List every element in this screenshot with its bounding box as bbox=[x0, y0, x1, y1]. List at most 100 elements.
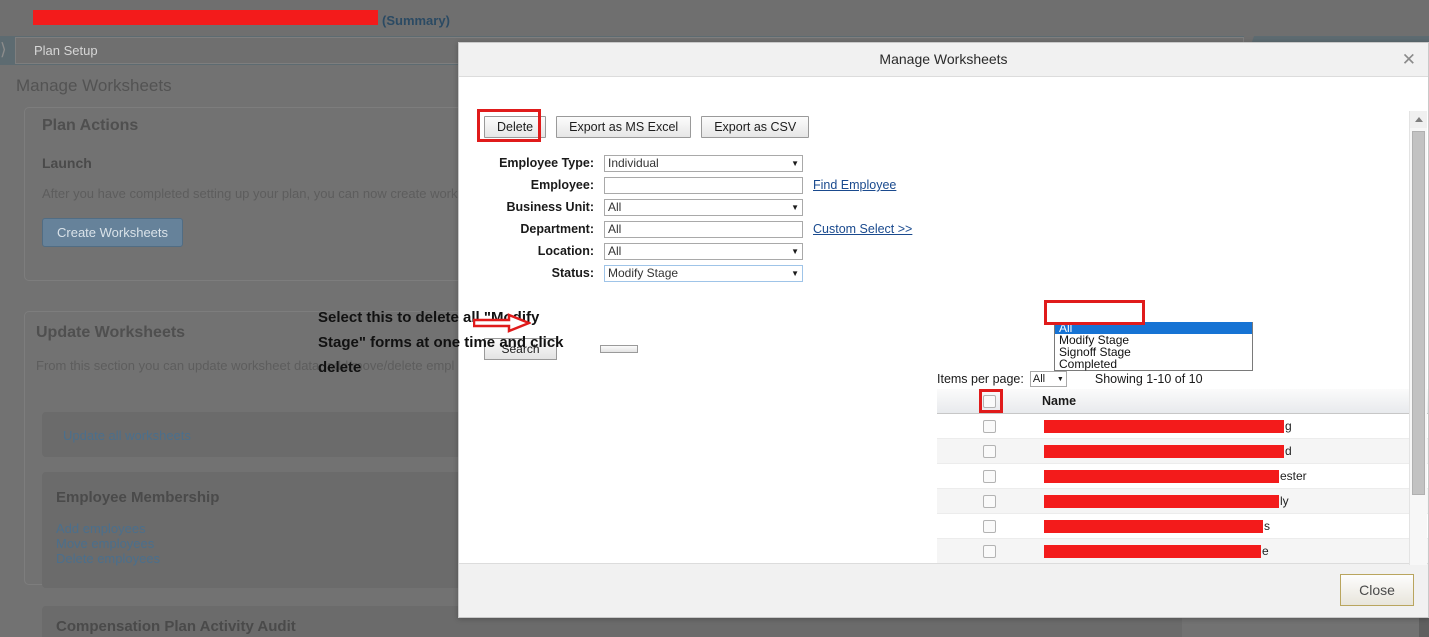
employee-type-select[interactable]: Individual ▼ bbox=[604, 154, 803, 172]
scrollbar-thumb[interactable] bbox=[1412, 131, 1425, 495]
export-excel-button[interactable]: Export as MS Excel bbox=[556, 116, 692, 138]
select-all-checkbox[interactable] bbox=[983, 394, 996, 408]
row-name-tail: s bbox=[1264, 519, 1270, 533]
field-row-employee-type: Employee Type: Individual ▼ bbox=[484, 152, 912, 174]
dialog-footer: Close bbox=[459, 563, 1428, 617]
delete-button[interactable]: Delete bbox=[484, 116, 547, 138]
chevron-down-icon: ▼ bbox=[791, 246, 799, 256]
department-label: Department: bbox=[520, 222, 594, 236]
audit-heading: Compensation Plan Activity Audit bbox=[56, 618, 296, 635]
redacted-name-bar bbox=[1044, 544, 1261, 558]
row-name-tail: ester bbox=[1280, 469, 1307, 483]
link-update-all-worksheets[interactable]: Update all worksheets bbox=[63, 428, 191, 443]
row-name-cell: g bbox=[1042, 419, 1428, 433]
status-dropdown-options[interactable]: All Modify Stage Signoff Stage Completed bbox=[1054, 322, 1253, 371]
column-header-name: Name bbox=[1042, 394, 1077, 408]
row-checkbox[interactable] bbox=[983, 544, 996, 558]
items-per-page-value: All bbox=[1032, 373, 1046, 385]
secondary-button[interactable] bbox=[600, 345, 638, 353]
row-checkbox-cell[interactable] bbox=[937, 469, 1042, 483]
link-move-employees[interactable]: Move employees bbox=[56, 536, 154, 551]
dialog-body: Delete Export as MS Excel Export as CSV … bbox=[459, 77, 1428, 565]
table-row[interactable]: g bbox=[937, 414, 1428, 439]
annotation-arrow-icon bbox=[473, 313, 531, 333]
employee-type-value: Individual bbox=[608, 156, 659, 170]
department-value: All bbox=[608, 222, 622, 236]
employee-type-label: Employee Type: bbox=[499, 156, 594, 170]
redacted-name-bar bbox=[1044, 519, 1263, 533]
plan-actions-heading: Plan Actions bbox=[42, 117, 139, 134]
row-checkbox[interactable] bbox=[983, 444, 996, 458]
chevron-down-icon: ▼ bbox=[791, 268, 799, 278]
table-row[interactable]: s bbox=[937, 514, 1428, 539]
table-row[interactable]: ly bbox=[937, 489, 1428, 514]
link-add-employees[interactable]: Add employees bbox=[56, 521, 146, 536]
dialog-toolbar: Delete Export as MS Excel Export as CSV bbox=[484, 116, 810, 138]
background-plan-title: (Summary) bbox=[33, 10, 450, 28]
row-checkbox-cell[interactable] bbox=[937, 444, 1042, 458]
search-form: Employee Type: Individual ▼ Employee: Fi… bbox=[484, 152, 912, 284]
field-row-location: Location: All ▼ bbox=[484, 240, 912, 262]
manage-worksheets-dialog: Manage Worksheets ✕ Delete Export as MS … bbox=[458, 42, 1429, 618]
link-delete-employees[interactable]: Delete employees bbox=[56, 551, 160, 566]
row-name-cell: ester bbox=[1042, 469, 1428, 483]
row-checkbox-cell[interactable] bbox=[937, 494, 1042, 508]
row-checkbox[interactable] bbox=[983, 494, 996, 508]
row-checkbox[interactable] bbox=[983, 419, 996, 433]
status-label: Status: bbox=[551, 266, 594, 280]
chevron-down-icon: ▼ bbox=[791, 202, 799, 212]
business-unit-label: Business Unit: bbox=[506, 200, 594, 214]
row-checkbox-cell[interactable] bbox=[937, 419, 1042, 433]
custom-select-link[interactable]: Custom Select >> bbox=[813, 222, 912, 236]
chevron-down-icon: ▼ bbox=[791, 158, 799, 168]
items-per-page-select[interactable]: All ▼ bbox=[1029, 371, 1067, 387]
table-row[interactable]: e bbox=[937, 539, 1428, 564]
field-row-employee: Employee: Find Employee bbox=[484, 174, 912, 196]
employee-input[interactable] bbox=[604, 176, 803, 194]
create-worksheets-button[interactable]: Create Worksheets bbox=[42, 218, 184, 247]
row-name-cell: e bbox=[1042, 544, 1428, 558]
export-csv-button[interactable]: Export as CSV bbox=[701, 116, 810, 138]
location-label: Location: bbox=[537, 244, 594, 258]
chevron-down-icon: ▼ bbox=[1056, 375, 1064, 383]
field-row-business-unit: Business Unit: All ▼ bbox=[484, 196, 912, 218]
row-checkbox[interactable] bbox=[983, 519, 996, 533]
location-select[interactable]: All ▼ bbox=[604, 242, 803, 260]
row-name-tail: ly bbox=[1280, 494, 1289, 508]
business-unit-value: All bbox=[608, 200, 622, 214]
status-select[interactable]: Modify Stage ▼ bbox=[604, 264, 803, 282]
launch-heading: Launch bbox=[42, 155, 92, 171]
background-page-title: Manage Worksheets bbox=[16, 76, 172, 95]
row-checkbox-cell[interactable] bbox=[937, 519, 1042, 533]
employee-membership-heading: Employee Membership bbox=[56, 489, 220, 506]
status-option-completed[interactable]: Completed bbox=[1055, 358, 1252, 370]
row-checkbox-cell[interactable] bbox=[937, 544, 1042, 558]
paging-bar: Items per page: All ▼ Showing 1-10 of 10 bbox=[937, 371, 1203, 387]
business-unit-select[interactable]: All ▼ bbox=[604, 198, 803, 216]
department-field[interactable]: All bbox=[604, 220, 803, 238]
field-row-department: Department: All Custom Select >> bbox=[484, 218, 912, 240]
worksheets-table: Name gdesterlysechrmanaggly bbox=[937, 389, 1428, 565]
dialog-title: Manage Worksheets bbox=[879, 51, 1008, 67]
row-checkbox[interactable] bbox=[983, 469, 996, 483]
summary-link[interactable]: (Summary) bbox=[382, 13, 450, 28]
field-row-status: Status: Modify Stage ▼ bbox=[484, 262, 912, 284]
showing-count: Showing 1-10 of 10 bbox=[1094, 372, 1203, 386]
scroll-up-icon[interactable] bbox=[1410, 111, 1427, 128]
table-row[interactable]: ester bbox=[937, 464, 1428, 489]
table-row[interactable]: d bbox=[937, 439, 1428, 464]
redacted-name-bar bbox=[1044, 469, 1279, 483]
close-button[interactable]: Close bbox=[1340, 574, 1414, 606]
status-value: Modify Stage bbox=[608, 266, 679, 280]
redacted-name-bar bbox=[1044, 494, 1279, 508]
redacted-name-bar bbox=[1044, 444, 1284, 458]
close-icon[interactable]: ✕ bbox=[1402, 43, 1416, 76]
row-name-cell: ly bbox=[1042, 494, 1428, 508]
select-all-cell[interactable] bbox=[937, 394, 1042, 408]
dialog-titlebar: Manage Worksheets ✕ bbox=[459, 43, 1428, 77]
dialog-scrollbar[interactable] bbox=[1409, 111, 1427, 565]
find-employee-link[interactable]: Find Employee bbox=[813, 178, 896, 192]
location-value: All bbox=[608, 244, 622, 258]
table-rows: gdesterlysechrmanaggly bbox=[937, 414, 1428, 565]
items-per-page-label: Items per page: bbox=[937, 372, 1024, 386]
